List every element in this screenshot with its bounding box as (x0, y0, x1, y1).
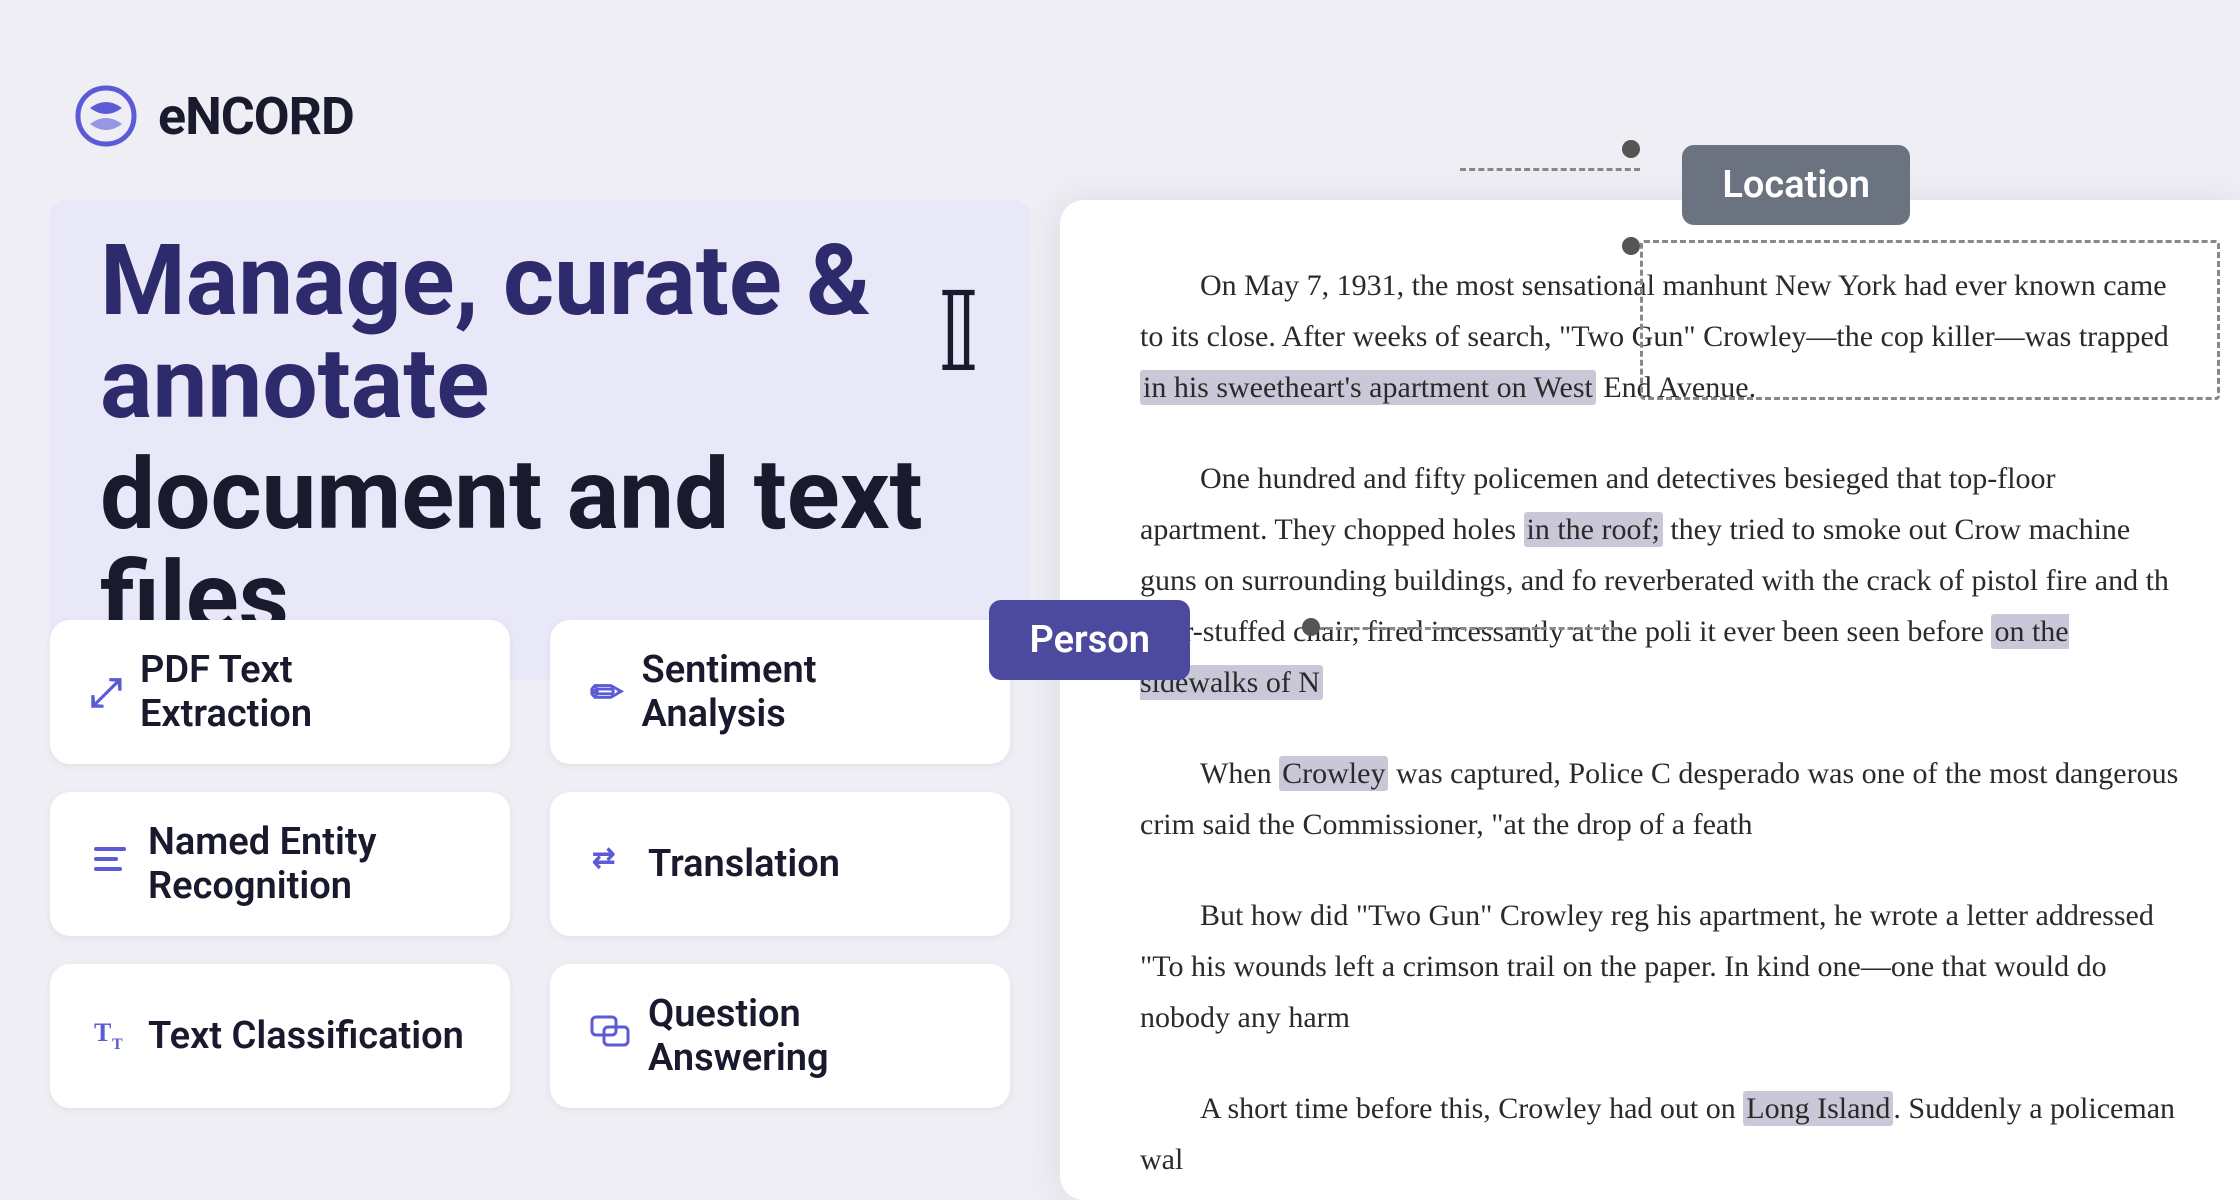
text-classification-label: Text Classification (148, 1014, 464, 1058)
logo-area: eNCORD (70, 80, 354, 152)
person-dot (1302, 618, 1320, 636)
ner-label: Named Entity Recognition (148, 820, 470, 908)
svg-text:T: T (112, 1036, 123, 1051)
sentiment-icon: ✏ (590, 669, 624, 716)
qa-icon (590, 1011, 630, 1061)
feature-sentiment-analysis[interactable]: ✏ Sentiment Analysis (550, 620, 1010, 764)
location-highlight-2: in the roof; (1524, 512, 1663, 547)
hero-title-line2: document and text files (100, 444, 980, 650)
encord-logo-icon (70, 80, 142, 152)
doc-paragraph-3: When Crowley was captured, Police C desp… (1140, 748, 2180, 850)
translation-icon: ⇄ (590, 839, 630, 889)
feature-question-answering[interactable]: Question Answering (550, 964, 1010, 1108)
feature-translation[interactable]: ⇄ Translation (550, 792, 1010, 936)
location-dashed-box (1640, 240, 2220, 400)
svg-text:T: T (94, 1018, 111, 1047)
location-dot (1622, 140, 1640, 158)
translation-label: Translation (648, 842, 840, 886)
hero-section: Manage, curate & annotate 𝕀 document and… (50, 200, 1030, 690)
doc-paragraph-4: But how did "Two Gun" Crowley reg his ap… (1140, 890, 2180, 1043)
person-highlight-1: Crowley (1279, 756, 1388, 791)
person-connector-line (1318, 627, 1618, 630)
location-highlight-4: Long Island (1743, 1091, 1893, 1126)
ner-icon (90, 839, 130, 889)
pdf-icon: ⤢ (90, 669, 122, 716)
location-label: Location (1682, 145, 1910, 225)
doc-paragraph-5: A short time before this, Crowley had ou… (1140, 1083, 2180, 1185)
hero-title-line1: Manage, curate & annotate 𝕀 (100, 230, 980, 436)
person-label: Person (989, 600, 1190, 680)
feature-text-classification[interactable]: T T Text Classification (50, 964, 510, 1108)
location-box-dot (1622, 237, 1640, 255)
svg-text:⇄: ⇄ (592, 842, 615, 873)
location-connector-line (1460, 168, 1640, 171)
hero-line1-text: Manage, curate & annotate (100, 230, 917, 436)
text-class-icon: T T (90, 1011, 130, 1061)
location-highlight-1: in his sweetheart's apartment on West (1140, 370, 1596, 405)
hero-title-box: Manage, curate & annotate 𝕀 document and… (50, 200, 1030, 680)
question-answering-label: Question Answering (648, 992, 970, 1080)
sentiment-analysis-label: Sentiment Analysis (642, 648, 970, 736)
feature-pdf-extraction[interactable]: ⤢ PDF Text Extraction (50, 620, 510, 764)
text-cursor-icon: 𝕀 (937, 278, 980, 388)
feature-tags-grid: ⤢ PDF Text Extraction ✏ Sentiment Analys… (50, 620, 1010, 1108)
pdf-extraction-label: PDF Text Extraction (140, 648, 470, 736)
feature-ner[interactable]: Named Entity Recognition (50, 792, 510, 936)
doc-paragraph-2: One hundred and fifty policemen and dete… (1140, 453, 2180, 708)
logo-text: eNCORD (158, 86, 354, 147)
